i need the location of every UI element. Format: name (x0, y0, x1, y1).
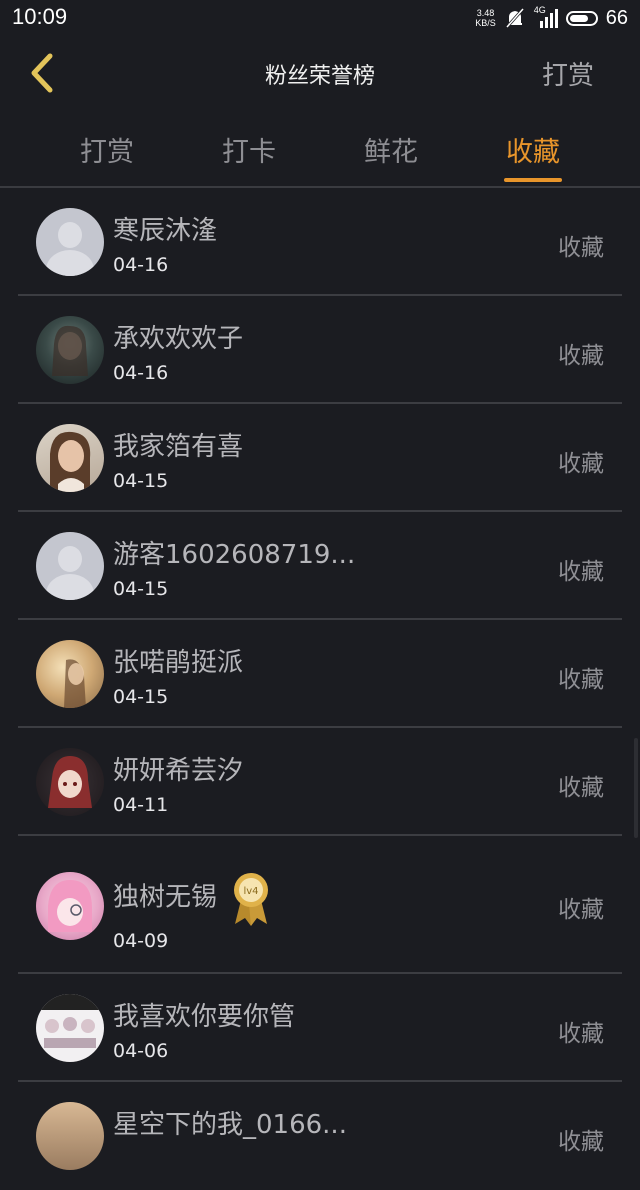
net-speed: 3.48 KB/S (475, 8, 496, 28)
action-label: 收藏 (558, 775, 604, 801)
action-label: 收藏 (558, 559, 604, 585)
net-speed-value: 3.48 (476, 8, 495, 18)
net-speed-unit: KB/S (475, 18, 496, 28)
user-name: 妍妍希芸汐 (113, 756, 244, 786)
date: 04-15 (113, 470, 169, 492)
avatar (36, 316, 104, 384)
battery-level: 66 (605, 6, 628, 29)
action-label: 收藏 (558, 235, 604, 261)
list-item[interactable]: 我家箔有喜 04-15 收藏 (0, 404, 640, 512)
list-item[interactable]: 妍妍希芸汐 04-11 收藏 (0, 728, 640, 836)
date: 04-11 (113, 794, 169, 816)
user-name: 游客1602608719... (113, 540, 356, 570)
user-name: 星空下的我_0166... (113, 1110, 347, 1140)
user-name: 我家箔有喜 (113, 432, 244, 462)
date: 04-15 (113, 578, 169, 600)
cellular-signal-icon: 4G (534, 5, 558, 29)
level-badge-text: lv4 (244, 886, 259, 897)
user-name: 张喏鹃挺派 (113, 648, 244, 678)
list-item[interactable]: 星空下的我_0166... 收藏 (0, 1082, 640, 1190)
date: 04-06 (113, 1040, 169, 1062)
user-name-container: 独树无锡 lv4 (113, 870, 271, 926)
user-name: 承欢欢欢子 (113, 324, 244, 354)
avatar (36, 640, 104, 708)
list-item[interactable]: 我喜欢你要你管 04-06 收藏 (0, 974, 640, 1082)
default-avatar-icon (36, 208, 104, 276)
list-item[interactable]: 寒辰沐湰 04-16 收藏 (0, 188, 640, 296)
active-tab-indicator (504, 178, 562, 182)
list-item[interactable]: 承欢欢欢子 04-16 收藏 (0, 296, 640, 404)
action-label: 收藏 (558, 451, 604, 477)
list-item[interactable]: 张喏鹃挺派 04-15 收藏 (0, 620, 640, 728)
action-label: 收藏 (558, 1021, 604, 1047)
date: 04-15 (113, 686, 169, 708)
user-name: 独树无锡 (113, 882, 218, 913)
notifications-muted-icon (505, 8, 524, 28)
avatar (36, 994, 104, 1062)
action-label: 收藏 (558, 1129, 604, 1155)
tab-favorites[interactable]: 收藏 (473, 130, 593, 169)
battery-icon (565, 10, 598, 26)
scrollbar[interactable] (634, 738, 638, 838)
reward-button[interactable]: 打赏 (542, 55, 594, 92)
status-icons: 3.48 KB/S 4G 66 (475, 4, 628, 32)
action-label: 收藏 (558, 667, 604, 693)
status-time: 10:09 (12, 4, 68, 29)
user-name: 我喜欢你要你管 (113, 1002, 296, 1032)
level-badge-icon: lv4 (234, 873, 269, 926)
date: 04-16 (113, 254, 169, 276)
action-label: 收藏 (558, 343, 604, 369)
default-avatar-icon (36, 532, 104, 600)
list-item[interactable]: 游客1602608719... 04-15 收藏 (0, 512, 640, 620)
tab-reward[interactable]: 打赏 (47, 130, 167, 169)
nav-bar: 粉丝荣誉榜 打赏 (0, 36, 640, 110)
date: 04-16 (113, 362, 169, 384)
user-name: 寒辰沐湰 (113, 216, 218, 246)
action-label: 收藏 (558, 897, 604, 923)
avatar (36, 872, 104, 940)
tab-flowers[interactable]: 鲜花 (331, 130, 451, 169)
status-bar: 10:09 3.48 KB/S 4G 66 (0, 0, 640, 36)
date: 04-09 (113, 930, 169, 952)
avatar (36, 748, 104, 816)
fan-list: 寒辰沐湰 04-16 收藏 承欢欢欢子 04-16 收藏 我家箔有喜 04-15… (0, 188, 640, 1190)
tab-bar: 打赏 打卡 鲜花 收藏 (0, 110, 640, 186)
tab-checkin[interactable]: 打卡 (189, 130, 309, 169)
avatar (36, 1102, 104, 1170)
list-item[interactable]: 独树无锡 lv4 04-09 收藏 (0, 836, 640, 974)
avatar (36, 424, 104, 492)
